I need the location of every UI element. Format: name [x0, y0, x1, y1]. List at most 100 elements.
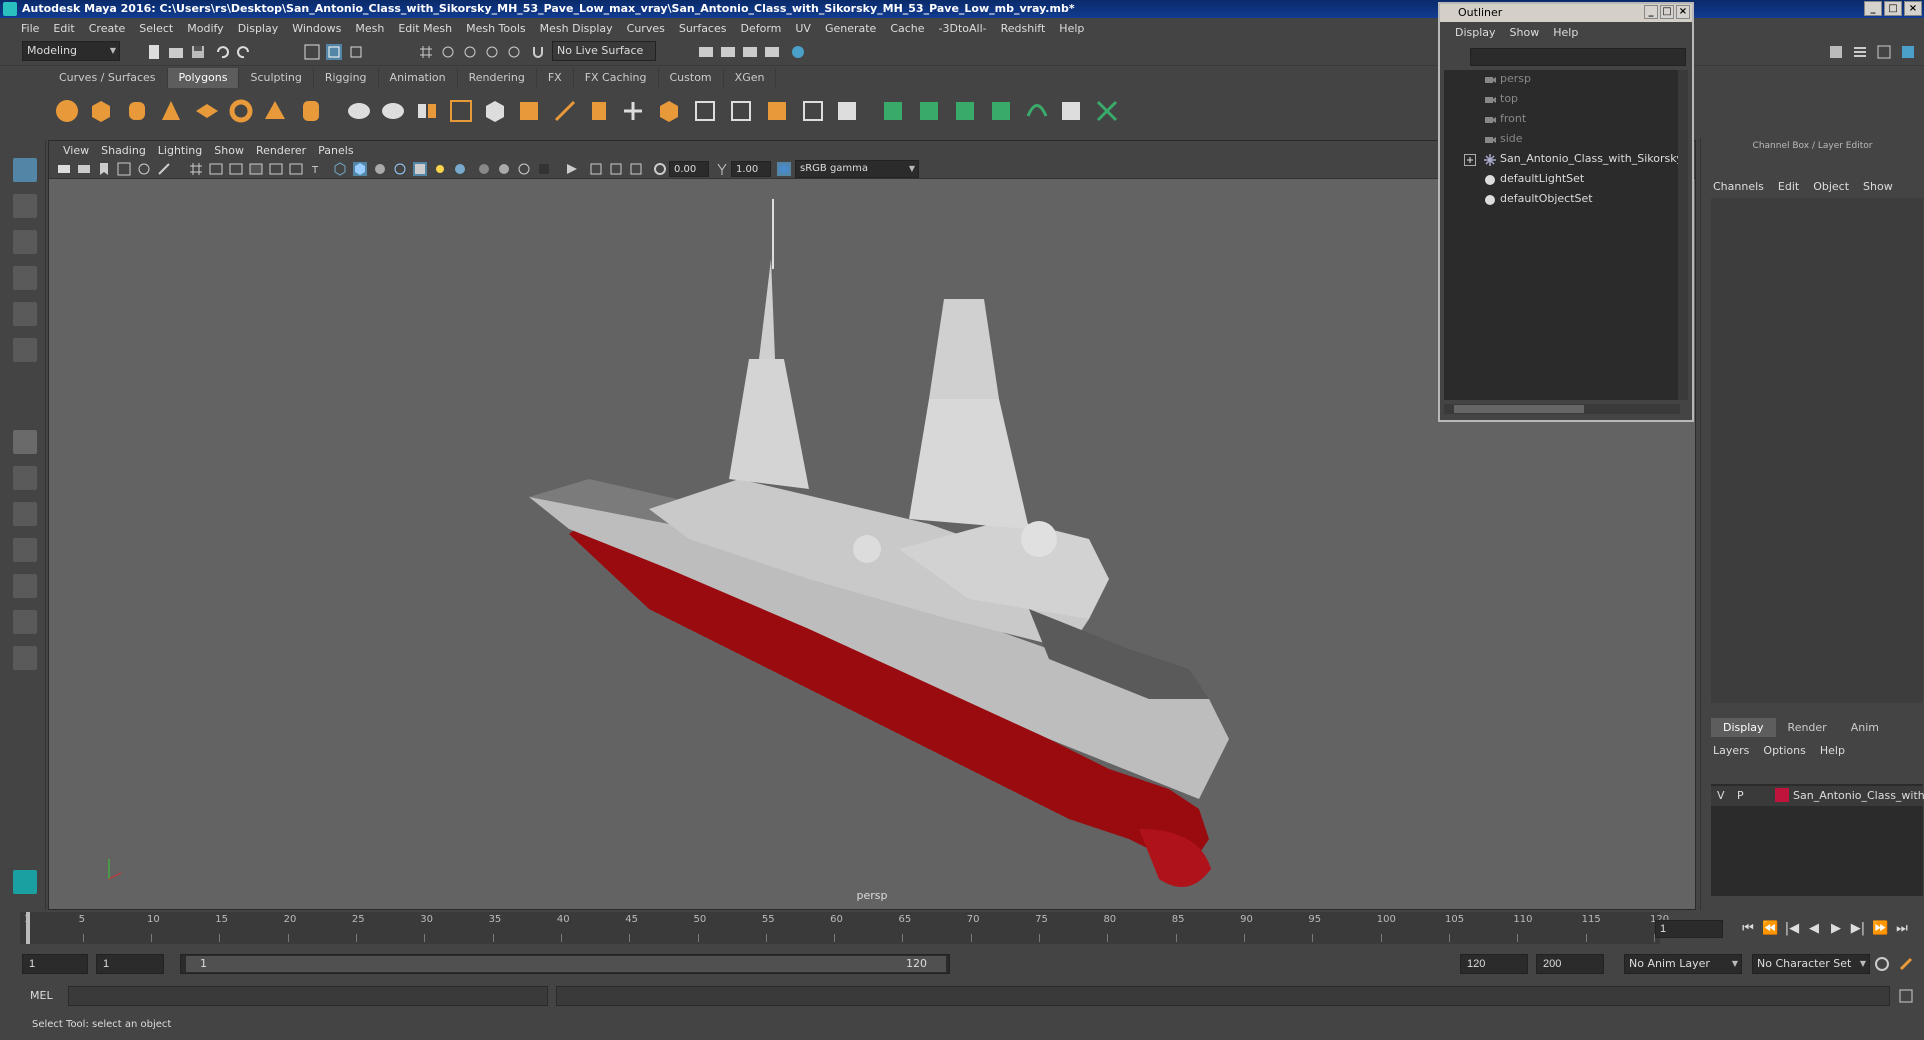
gate-mask-icon[interactable]	[249, 162, 263, 176]
smooth-icon[interactable]	[448, 98, 474, 124]
rotate-tool-icon[interactable]	[13, 302, 37, 326]
select-by-hierarchy-icon[interactable]	[304, 44, 320, 60]
safe-action-icon[interactable]	[289, 162, 303, 176]
close-button[interactable]: ×	[1904, 1, 1922, 16]
camera-attributes-icon[interactable]	[77, 162, 91, 176]
layer-tab-render[interactable]: Render	[1776, 718, 1839, 737]
grease-pencil-icon[interactable]	[157, 162, 171, 176]
view-transform-dropdown[interactable]: sRGB gamma ▼	[795, 160, 919, 178]
bridge-icon[interactable]	[586, 98, 612, 124]
snap-grid-icon[interactable]	[418, 44, 434, 60]
channel-box-menu-edit[interactable]: Edit	[1778, 180, 1807, 193]
ipr-render-icon[interactable]	[742, 44, 758, 60]
checker-icon[interactable]	[1058, 98, 1084, 124]
tool-settings-toggle-icon[interactable]	[1876, 44, 1892, 60]
lasso-tool-icon[interactable]	[13, 194, 37, 218]
isolate-select-icon[interactable]	[565, 162, 579, 176]
menu-deform[interactable]: Deform	[733, 22, 788, 35]
select-by-component-icon[interactable]	[348, 44, 364, 60]
persp-graph-layout-icon[interactable]	[13, 538, 37, 562]
layer-name[interactable]: San_Antonio_Class_with	[1793, 789, 1924, 802]
outliner-maximize-button[interactable]: □	[1660, 5, 1674, 19]
outliner-item-ship-group[interactable]: San_Antonio_Class_with_Sikorsky	[1500, 152, 1683, 165]
poly-torus-icon[interactable]	[228, 98, 254, 124]
layout-options-icon[interactable]	[13, 646, 37, 670]
extrude-icon[interactable]	[516, 98, 542, 124]
channel-box-menu-object[interactable]: Object	[1813, 180, 1857, 193]
menu-display[interactable]: Display	[231, 22, 286, 35]
layer-visibility-toggle[interactable]: V	[1717, 789, 1725, 802]
play-backwards-icon[interactable]: ◀	[1806, 921, 1822, 937]
convert-selection-icon[interactable]	[988, 98, 1014, 124]
go-to-start-icon[interactable]: ⏮	[1740, 921, 1756, 937]
uv-editor-icon[interactable]	[800, 98, 826, 124]
expand-plus-icon[interactable]	[1464, 154, 1476, 166]
outliner-menu-help[interactable]: Help	[1546, 26, 1585, 39]
redo-icon[interactable]	[236, 44, 252, 60]
viewport-menu-panels[interactable]: Panels	[312, 144, 359, 157]
attribute-editor-toggle-icon[interactable]	[1852, 44, 1868, 60]
menu-edit-mesh[interactable]: Edit Mesh	[391, 22, 459, 35]
channel-box-menu-channels[interactable]: Channels	[1713, 180, 1772, 193]
layer-menu-help[interactable]: Help	[1820, 744, 1845, 757]
step-back-key-icon[interactable]: |◀	[1784, 921, 1800, 937]
outliner-search-input[interactable]	[1470, 48, 1686, 66]
playback-start-field[interactable]	[96, 954, 164, 974]
safe-title-icon[interactable]: T	[309, 162, 323, 176]
append-polygon-icon[interactable]	[656, 98, 682, 124]
layer-color-swatch[interactable]	[1775, 788, 1789, 802]
menu-select[interactable]: Select	[132, 22, 180, 35]
time-slider[interactable]: 1510152025303540455055606570758085909510…	[20, 912, 1669, 944]
menu-cache[interactable]: Cache	[883, 22, 931, 35]
menu-3dtoall[interactable]: -3DtoAll-	[932, 22, 994, 35]
select-edges-icon[interactable]	[916, 98, 942, 124]
select-vertices-icon[interactable]	[952, 98, 978, 124]
grid-toggle-icon[interactable]	[189, 162, 203, 176]
snap-live-icon[interactable]	[506, 44, 522, 60]
shadows-icon[interactable]	[453, 162, 467, 176]
screen-space-ao-icon[interactable]	[477, 162, 491, 176]
xray-icon[interactable]	[589, 162, 603, 176]
xray-joints-icon[interactable]	[609, 162, 623, 176]
mirror-icon[interactable]	[414, 98, 440, 124]
playback-end-field[interactable]	[1460, 954, 1528, 974]
shelf-tab-custom[interactable]: Custom	[659, 68, 724, 88]
layer-row[interactable]: V P San_Antonio_Class_with	[1711, 786, 1924, 806]
shelf-tab-fx-caching[interactable]: FX Caching	[574, 68, 659, 88]
save-scene-icon[interactable]	[190, 44, 206, 60]
persp-outliner-layout-icon[interactable]	[13, 574, 37, 598]
layer-playback-toggle[interactable]: P	[1737, 789, 1744, 802]
use-all-lights-icon[interactable]	[433, 162, 447, 176]
field-chart-icon[interactable]	[269, 162, 283, 176]
shelf-tab-animation[interactable]: Animation	[379, 68, 458, 88]
poly-cylinder-icon[interactable]	[124, 98, 150, 124]
bevel-icon[interactable]	[482, 98, 508, 124]
side-by-side-layout-icon[interactable]	[13, 502, 37, 526]
menu-curves[interactable]: Curves	[620, 22, 672, 35]
scrollbar-thumb[interactable]	[1454, 405, 1584, 413]
command-input[interactable]	[68, 986, 548, 1006]
combine-icon[interactable]	[346, 98, 372, 124]
magnet-icon[interactable]	[530, 44, 546, 60]
poly-cube-icon[interactable]	[88, 98, 114, 124]
separate-icon[interactable]	[380, 98, 406, 124]
outliner-vertical-scrollbar[interactable]	[1678, 70, 1688, 400]
outliner-menu-show[interactable]: Show	[1503, 26, 1547, 39]
exposure-icon[interactable]	[653, 162, 667, 176]
select-by-object-icon[interactable]	[326, 44, 342, 60]
range-slider-handle[interactable]	[186, 956, 946, 972]
target-weld-icon[interactable]	[620, 98, 646, 124]
multi-cut-icon[interactable]	[552, 98, 578, 124]
planar-map-icon[interactable]	[692, 98, 718, 124]
outliner-item-side[interactable]: side	[1500, 132, 1523, 145]
hypershade-icon[interactable]	[790, 44, 806, 60]
poly-pyramid-icon[interactable]	[262, 98, 288, 124]
exposure-field[interactable]: 0.00	[669, 161, 709, 177]
textured-icon[interactable]	[413, 162, 427, 176]
undo-icon[interactable]	[214, 44, 230, 60]
outliner-item-top[interactable]: top	[1500, 92, 1518, 105]
select-tool-icon[interactable]	[13, 158, 37, 182]
open-scene-icon[interactable]	[168, 44, 184, 60]
film-gate-icon[interactable]	[209, 162, 223, 176]
anim-layer-dropdown[interactable]: No Anim Layer ▼	[1624, 954, 1742, 974]
